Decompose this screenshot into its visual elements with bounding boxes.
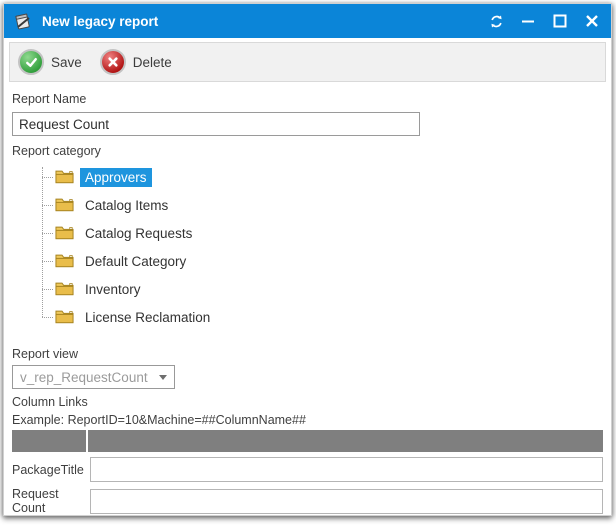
titlebar: New legacy report [4, 4, 611, 38]
tree-item-label: License Reclamation [80, 308, 215, 327]
folder-icon [55, 309, 74, 325]
save-check-icon [18, 49, 44, 75]
header-cell-name [12, 430, 88, 452]
report-name-label: Report Name [12, 92, 603, 107]
column-links-header [12, 430, 603, 452]
packagetitle-link-input[interactable] [90, 457, 603, 482]
tree-item-label: Default Category [80, 252, 191, 271]
column-links-label: Column Links [12, 395, 603, 410]
folder-icon [55, 253, 74, 269]
minimize-icon[interactable] [519, 12, 537, 30]
tree-item-label: Catalog Requests [80, 224, 197, 243]
window-controls [487, 12, 601, 30]
close-icon[interactable] [583, 12, 601, 30]
window-title: New legacy report [42, 14, 487, 29]
notepad-pen-icon [13, 11, 33, 31]
folder-icon [55, 197, 74, 213]
maximize-icon[interactable] [551, 12, 569, 30]
delete-x-icon [100, 49, 126, 75]
save-button-label: Save [51, 55, 82, 70]
tree-item-catalog-items[interactable]: Catalog Items [42, 191, 603, 219]
tree-item-catalog-requests[interactable]: Catalog Requests [42, 219, 603, 247]
dialog-content: Report Name Report category Approvers [4, 82, 611, 515]
toolbar: Save Delete [9, 42, 606, 82]
tree-item-approvers[interactable]: Approvers [42, 163, 603, 191]
tree-item-default-category[interactable]: Default Category [42, 247, 603, 275]
column-row-label: PackageTitle [12, 463, 90, 477]
header-cell-link [88, 430, 603, 452]
chevron-down-icon [159, 375, 167, 380]
folder-icon [55, 225, 74, 241]
report-name-input[interactable] [12, 112, 420, 136]
tree-item-license-reclamation[interactable]: License Reclamation [42, 303, 603, 331]
request-count-link-input[interactable] [90, 489, 603, 514]
report-category-label: Report category [12, 144, 603, 159]
delete-button[interactable]: Delete [100, 49, 172, 75]
category-tree: Approvers Catalog Items [42, 163, 603, 331]
tree-item-label: Approvers [80, 168, 152, 187]
report-view-select[interactable]: v_rep_RequestCount [12, 365, 175, 389]
column-link-row: PackageTitle [12, 457, 603, 482]
report-view-label: Report view [12, 347, 603, 362]
tree-item-label: Catalog Items [80, 196, 173, 215]
refresh-icon[interactable] [487, 12, 505, 30]
column-links-example: Example: ReportID=10&Machine=##ColumnNam… [12, 413, 603, 428]
folder-icon [55, 281, 74, 297]
tree-item-label: Inventory [80, 280, 146, 299]
folder-icon [55, 169, 74, 185]
column-link-row: Request Count [12, 487, 603, 515]
delete-button-label: Delete [133, 55, 172, 70]
new-legacy-report-dialog: New legacy report [3, 3, 612, 516]
save-button[interactable]: Save [18, 49, 82, 75]
report-view-value: v_rep_RequestCount [20, 370, 148, 385]
tree-item-inventory[interactable]: Inventory [42, 275, 603, 303]
column-row-label: Request Count [12, 487, 90, 515]
